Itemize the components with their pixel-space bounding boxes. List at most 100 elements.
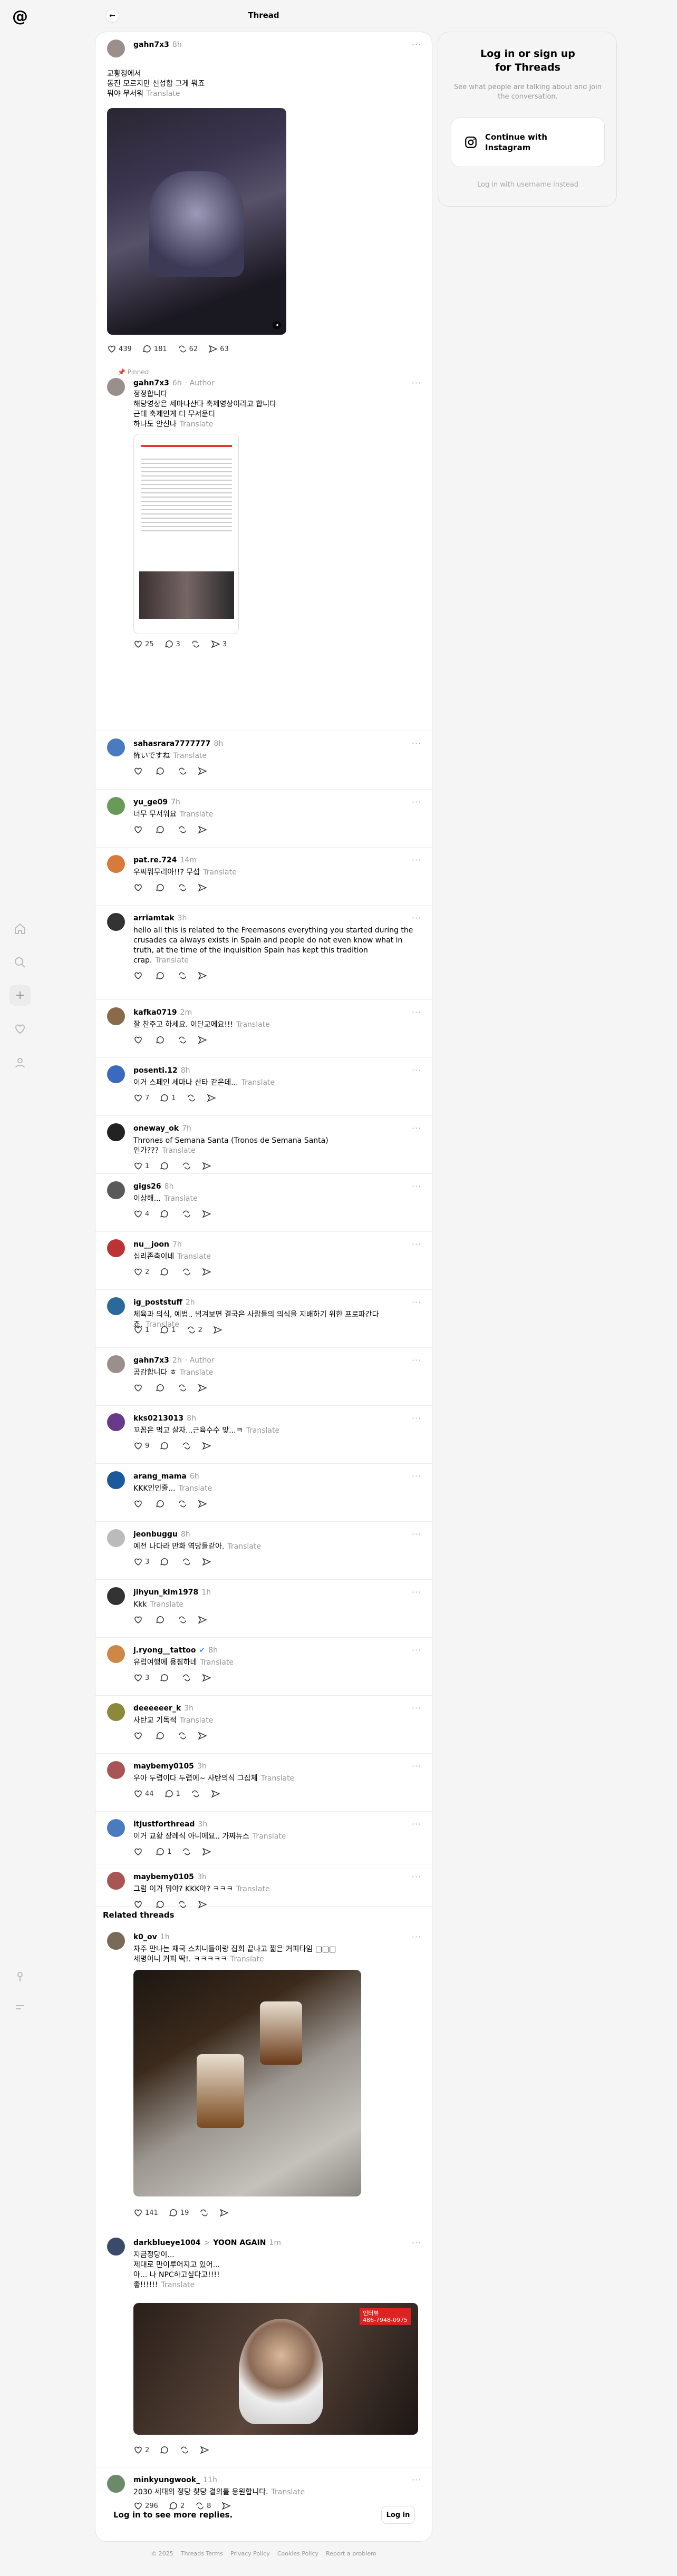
more-icon[interactable]: ···	[412, 1529, 421, 1539]
avatar[interactable]	[107, 1761, 125, 1779]
translate-link[interactable]: Translate	[272, 2488, 305, 2496]
reply-button[interactable]: 1	[165, 1789, 180, 1799]
share-button[interactable]	[198, 825, 207, 834]
translate-link[interactable]: Translate	[200, 1658, 234, 1667]
reply-button[interactable]	[156, 1499, 167, 1509]
more-icon[interactable]: ···	[412, 1761, 421, 1771]
share-button[interactable]	[198, 883, 207, 892]
more-icon[interactable]: ···	[412, 1181, 421, 1191]
repost-button[interactable]	[178, 1615, 187, 1625]
avatar[interactable]	[107, 1645, 125, 1663]
avatar[interactable]	[107, 378, 125, 396]
login-button[interactable]: Log in	[381, 2506, 415, 2524]
more-icon[interactable]: ···	[412, 1355, 421, 1365]
like-button[interactable]	[133, 971, 145, 980]
mute-icon[interactable]: ◂	[273, 321, 281, 329]
like-button[interactable]: 439	[107, 344, 132, 354]
repost-button[interactable]	[180, 2445, 189, 2455]
share-button[interactable]: 63	[208, 344, 229, 354]
more-icon[interactable]: ···	[412, 1123, 421, 1133]
avatar[interactable]	[107, 1703, 125, 1721]
avatar[interactable]	[107, 1239, 125, 1257]
avatar[interactable]	[107, 1007, 125, 1025]
continue-with-instagram-button[interactable]: Continue with Instagram	[451, 118, 605, 167]
photo-image[interactable]	[133, 1970, 361, 2196]
reply-button[interactable]: 1	[160, 1093, 176, 1103]
like-button[interactable]: 3	[133, 1557, 149, 1567]
like-button[interactable]: 1	[133, 1161, 149, 1171]
threads-logo-icon[interactable]: @	[11, 7, 30, 26]
like-button[interactable]: 44	[133, 1789, 154, 1799]
username[interactable]: k0_ov	[133, 1933, 157, 1941]
reply-button[interactable]	[160, 1673, 171, 1683]
avatar[interactable]	[107, 1529, 125, 1547]
repost-button[interactable]	[178, 825, 187, 834]
username[interactable]: maybemy0105	[133, 1762, 194, 1771]
username[interactable]: kafka0719	[133, 1008, 177, 1017]
more-icon[interactable]: ···	[412, 913, 421, 923]
translate-link[interactable]: Translate	[177, 1252, 211, 1261]
username[interactable]: kks0213013	[133, 1414, 183, 1423]
like-button[interactable]	[133, 1731, 145, 1741]
avatar[interactable]	[107, 2475, 125, 2493]
username[interactable]: j.ryong__tattoo	[133, 1646, 196, 1655]
share-button[interactable]	[202, 1161, 211, 1171]
username[interactable]: nu__joon	[133, 1240, 169, 1249]
share-button[interactable]	[198, 1731, 207, 1741]
repost-button[interactable]	[187, 1093, 196, 1103]
translate-link[interactable]: Translate	[179, 1484, 212, 1493]
avatar[interactable]	[107, 738, 125, 756]
reply-button[interactable]	[156, 1615, 167, 1625]
repost-button[interactable]	[182, 1209, 191, 1219]
username[interactable]: gahn7x3	[133, 1356, 169, 1365]
repost-button[interactable]	[178, 1035, 187, 1045]
more-icon[interactable]: ···	[412, 2475, 421, 2485]
more-icon[interactable]: ···	[412, 1703, 421, 1713]
username[interactable]: ig_poststuff	[133, 1298, 182, 1307]
translate-link[interactable]: Translate	[180, 810, 214, 819]
reply-button[interactable]	[156, 1731, 167, 1741]
like-button[interactable]: 1	[133, 1325, 149, 1335]
more-icon[interactable]: ···	[412, 1065, 421, 1075]
share-button[interactable]	[200, 2445, 209, 2455]
username[interactable]: minkyungwook_	[133, 2476, 200, 2484]
reply-button[interactable]	[156, 825, 167, 834]
username[interactable]: darkblueye1004	[133, 2239, 201, 2247]
username[interactable]: oneway_ok	[133, 1124, 179, 1133]
username[interactable]: gahn7x3	[133, 379, 169, 387]
avatar[interactable]	[107, 1471, 125, 1489]
repost-button[interactable]	[178, 1900, 187, 1909]
translate-link[interactable]: Translate	[180, 420, 214, 429]
share-button[interactable]	[211, 1789, 220, 1799]
video-thumbnail[interactable]: 인터뷰 486-7948-0975	[133, 2303, 418, 2435]
share-button[interactable]	[198, 1615, 207, 1625]
footer-link[interactable]: Cookies Policy	[277, 2550, 318, 2557]
like-button[interactable]	[133, 825, 145, 834]
repost-button[interactable]	[182, 1161, 191, 1171]
username[interactable]: yu_ge09	[133, 798, 168, 806]
translate-link[interactable]: Translate	[203, 868, 237, 877]
share-button[interactable]	[198, 1035, 207, 1045]
more-icon[interactable]: ···	[412, 1471, 421, 1481]
reply-button[interactable]	[160, 2445, 169, 2455]
like-button[interactable]: 4	[133, 1209, 149, 1219]
reply-button[interactable]	[160, 1441, 171, 1451]
repost-button[interactable]	[178, 1731, 187, 1741]
footer-link[interactable]: Privacy Policy	[230, 2550, 270, 2557]
repost-button[interactable]	[182, 1673, 191, 1683]
login-username-link[interactable]: Log in with username instead	[438, 181, 617, 189]
username[interactable]: posenti.12	[133, 1066, 178, 1075]
share-button[interactable]	[202, 1557, 211, 1567]
more-icon[interactable]: ···	[412, 1932, 421, 1942]
share-button[interactable]	[202, 1441, 211, 1451]
footer-link[interactable]: Threads Terms	[181, 2550, 223, 2557]
like-button[interactable]: 2	[133, 1267, 149, 1277]
like-button[interactable]: 3	[133, 1673, 149, 1683]
avatar[interactable]	[107, 855, 125, 873]
translate-link[interactable]: Translate	[180, 1716, 214, 1725]
avatar[interactable]	[107, 40, 125, 57]
more-icon[interactable]: ···	[412, 797, 421, 807]
translate-link[interactable]: Translate	[162, 1146, 196, 1155]
translate-link[interactable]: Translate	[164, 1194, 198, 1203]
reply-button[interactable]	[156, 1035, 167, 1045]
